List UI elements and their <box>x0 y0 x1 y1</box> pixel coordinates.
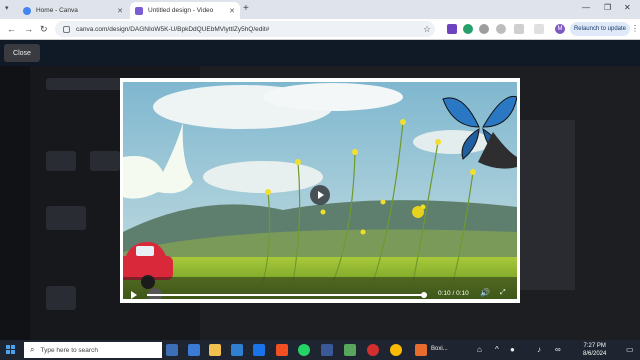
extension-icon[interactable] <box>447 24 457 34</box>
mail-icon[interactable] <box>253 344 265 356</box>
relaunch-button[interactable]: Relaunch to update <box>570 22 630 36</box>
minimize-icon[interactable]: — <box>582 3 590 12</box>
play-icon[interactable] <box>131 291 137 299</box>
chrome-icon <box>23 6 31 15</box>
bookmark-star-icon[interactable]: ☆ <box>423 24 431 35</box>
close-button[interactable]: Close <box>4 44 40 62</box>
reload-icon[interactable]: ↻ <box>40 24 48 35</box>
tab-untitled-design[interactable]: Untitled design - Video ✕ <box>130 2 240 19</box>
editor-sidebar <box>0 66 30 340</box>
video-preview-modal: 0:10 / 0:10 🔊 ⤢ <box>120 78 520 303</box>
notification-icon[interactable]: ▭ <box>626 345 634 354</box>
tab-list-icon[interactable]: ▾ <box>5 4 9 12</box>
site-info-icon[interactable] <box>63 25 70 33</box>
boxi-app-label[interactable]: Boxi... <box>431 346 448 352</box>
browser-tab-bar: ▾ Home - Canva ✕ Untitled design - Video… <box>0 0 640 19</box>
windows-start-icon[interactable] <box>6 345 16 355</box>
volume-icon[interactable]: 🔊 <box>480 288 490 297</box>
app-icon[interactable] <box>321 344 333 356</box>
fullscreen-icon[interactable]: ⤢ <box>500 289 506 297</box>
profile-avatar[interactable]: M <box>555 24 565 34</box>
video-progress-bar[interactable] <box>147 294 425 296</box>
app-icon[interactable] <box>367 344 379 356</box>
tab-label: Untitled design - Video <box>148 7 214 14</box>
video-player[interactable]: 0:10 / 0:10 🔊 ⤢ <box>123 82 517 299</box>
link-icon[interactable]: ∞ <box>555 345 561 354</box>
task-view-icon[interactable] <box>166 344 178 356</box>
boxi-app-icon[interactable] <box>415 344 427 356</box>
volume-tray-icon[interactable]: ♪ <box>537 345 541 354</box>
maximize-icon[interactable]: ❐ <box>604 3 611 12</box>
clock-time: 7:27 PM <box>583 343 606 349</box>
file-explorer-icon[interactable] <box>209 344 221 356</box>
close-tab-icon[interactable]: ✕ <box>117 7 123 15</box>
address-bar[interactable]: canva.com/design/DAGNIoW5K-U/BpkDdQUEbMV… <box>55 21 435 37</box>
edge-icon[interactable] <box>188 344 200 356</box>
play-overlay-button[interactable] <box>310 185 330 205</box>
network-icon[interactable]: ⌂ <box>477 345 482 354</box>
tab-label: Home - Canva <box>36 7 78 14</box>
clock-date: 8/6/2024 <box>583 351 607 357</box>
url-text: canva.com/design/DAGNIoW5K-U/BpkDdQUEbMV… <box>76 25 270 33</box>
panel-thumbnail <box>46 206 86 230</box>
taskbar-search-box[interactable]: ⌕ Type here to search <box>24 342 162 358</box>
side-panel-icon[interactable] <box>534 24 544 34</box>
windows-taskbar: ⌕ Type here to search Boxi... ⌂ ^ ● ♪ ∞ … <box>0 340 640 360</box>
store-icon[interactable] <box>231 344 243 356</box>
panel-thumbnail <box>46 151 76 171</box>
forward-icon[interactable]: → <box>24 24 33 34</box>
search-placeholder: Type here to search <box>40 346 98 354</box>
extensions-puzzle-icon[interactable] <box>514 24 524 34</box>
system-clock[interactable]: 7:27 PM 8/6/2024 <box>583 342 606 358</box>
tray-arrow-icon[interactable]: ^ <box>495 345 499 354</box>
browser-toolbar: ← → ↻ canva.com/design/DAGNIoW5K-U/BpkDd… <box>0 19 640 40</box>
extension-icon[interactable] <box>479 24 489 34</box>
panel-thumbnail <box>46 286 76 310</box>
new-tab-icon[interactable]: + <box>243 3 249 14</box>
time-display: 0:10 / 0:10 <box>438 290 469 297</box>
extension-icon[interactable] <box>463 24 473 34</box>
tab-home-canva[interactable]: Home - Canva ✕ <box>18 2 128 19</box>
search-icon: ⌕ <box>30 345 35 354</box>
microphone-icon[interactable]: ● <box>510 345 515 354</box>
whatsapp-icon[interactable] <box>298 344 310 356</box>
progress-knob[interactable] <box>421 292 427 298</box>
app-icon[interactable] <box>344 344 356 356</box>
panel-thumbnail <box>90 151 120 171</box>
back-icon[interactable]: ← <box>7 24 16 34</box>
office-icon[interactable] <box>276 344 288 356</box>
canva-video-icon <box>135 6 143 15</box>
chrome-taskbar-icon[interactable] <box>390 344 402 356</box>
close-tab-icon[interactable]: ✕ <box>229 7 235 15</box>
menu-kebab-icon[interactable]: ⋮ <box>631 24 639 33</box>
close-window-icon[interactable]: ✕ <box>624 3 631 12</box>
extension-icon[interactable] <box>496 24 506 34</box>
editor-topbar <box>0 40 640 66</box>
